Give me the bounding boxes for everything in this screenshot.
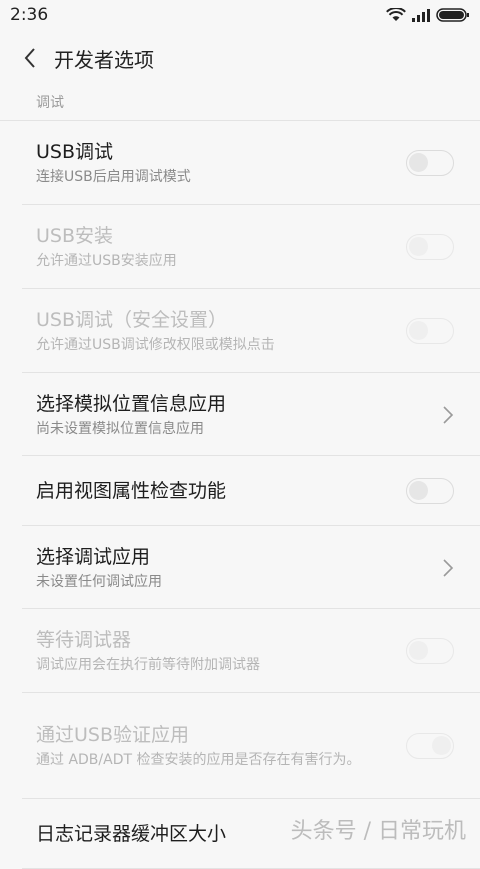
verify-apps-over-usb-toggle[interactable] bbox=[406, 733, 454, 759]
setting-title: USB调试 bbox=[36, 141, 114, 163]
setting-mock-location-app[interactable]: 选择模拟位置信息应用 尚未设置模拟位置信息应用 bbox=[0, 373, 480, 456]
back-button[interactable] bbox=[16, 44, 44, 72]
setting-title: 选择调试应用 bbox=[36, 545, 151, 568]
setting-usb-install[interactable]: USB安装 允许通过USB安装应用 bbox=[0, 205, 480, 289]
setting-title: USB调试（安全设置） bbox=[36, 309, 228, 331]
setting-usb-debugging[interactable]: USB调试 连接USB后启用调试模式 bbox=[0, 121, 480, 205]
section-header-debug: 调试 bbox=[0, 86, 480, 121]
wifi-icon bbox=[386, 8, 406, 21]
chevron-right-icon bbox=[443, 558, 454, 577]
setting-title: 启用视图属性检查功能 bbox=[36, 480, 227, 502]
app-header: 开发者选项 bbox=[0, 30, 480, 86]
usb-debugging-security-toggle[interactable] bbox=[406, 318, 454, 344]
usb-debugging-toggle[interactable] bbox=[406, 150, 454, 176]
status-icons bbox=[386, 8, 470, 22]
view-attribute-inspection-toggle[interactable] bbox=[406, 478, 454, 504]
chevron-left-icon bbox=[24, 48, 35, 68]
chevron-right-icon bbox=[443, 405, 454, 424]
setting-subtitle: 调试应用会在执行前等待附加调试器 bbox=[36, 657, 260, 673]
setting-title: 等待调试器 bbox=[36, 629, 132, 651]
setting-verify-apps-over-usb[interactable]: 通过USB验证应用 通过 ADB/ADT 检查安装的应用是否存在有害行为。 bbox=[0, 693, 480, 799]
setting-title: USB安装 bbox=[36, 225, 114, 247]
setting-wait-for-debugger[interactable]: 等待调试器 调试应用会在执行前等待附加调试器 bbox=[0, 609, 480, 693]
watermark: 头条号 / 日常玩机 bbox=[290, 819, 466, 844]
setting-select-debug-app[interactable]: 选择调试应用 未设置任何调试应用 bbox=[0, 526, 480, 609]
setting-subtitle: 连接USB后启用调试模式 bbox=[36, 169, 191, 185]
usb-install-toggle[interactable] bbox=[406, 234, 454, 260]
signal-icon bbox=[412, 9, 430, 22]
status-bar: 2:36 bbox=[0, 0, 480, 30]
setting-title: 通过USB验证应用 bbox=[36, 724, 190, 746]
page-title: 开发者选项 bbox=[54, 47, 154, 72]
setting-view-attribute-inspection[interactable]: 启用视图属性检查功能 bbox=[0, 456, 480, 526]
setting-subtitle: 未设置任何调试应用 bbox=[36, 573, 162, 590]
setting-subtitle: 通过 ADB/ADT 检查安装的应用是否存在有害行为。 bbox=[36, 752, 361, 768]
setting-subtitle: 尚未设置模拟位置信息应用 bbox=[36, 420, 204, 437]
setting-title: 选择模拟位置信息应用 bbox=[36, 392, 227, 415]
setting-subtitle: 允许通过USB安装应用 bbox=[36, 253, 177, 269]
setting-subtitle: 允许通过USB调试修改权限或模拟点击 bbox=[36, 337, 275, 353]
battery-icon bbox=[436, 8, 469, 22]
status-time: 2:36 bbox=[10, 5, 49, 25]
wait-for-debugger-toggle[interactable] bbox=[406, 638, 454, 664]
settings-list: 调试 USB调试 连接USB后启用调试模式 USB安装 允许通过USB安装应用 … bbox=[0, 86, 480, 869]
setting-usb-debugging-security[interactable]: USB调试（安全设置） 允许通过USB调试修改权限或模拟点击 bbox=[0, 289, 480, 373]
